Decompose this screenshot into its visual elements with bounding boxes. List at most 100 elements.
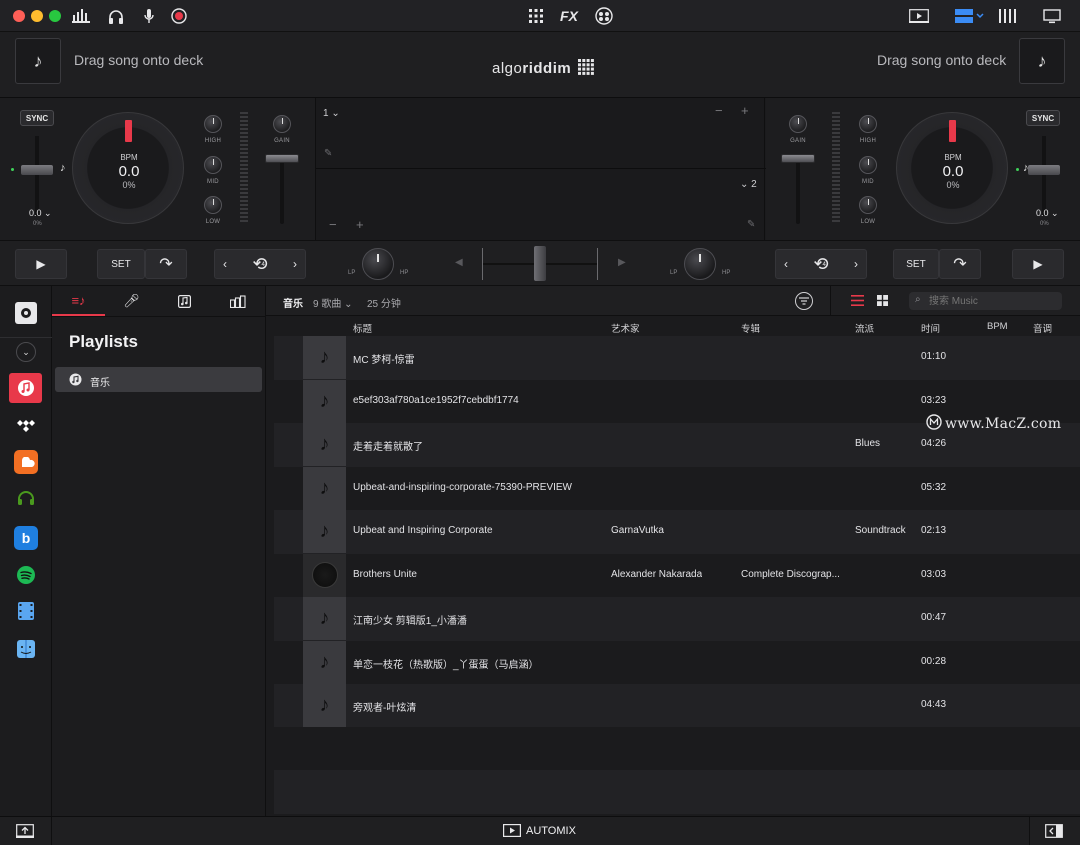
right-filter-knob[interactable] [684,248,716,280]
left-eq-mid-knob[interactable] [204,156,222,174]
crossfader-left-arrow-icon[interactable]: ◀ [455,257,463,268]
beatport-icon[interactable]: b [14,526,38,550]
list-view-icon[interactable] [851,295,864,309]
left-deck-artwork[interactable]: ♪ [15,38,61,84]
right-jog-wheel[interactable]: BPM 0.0 0% [896,112,1008,224]
column-header-title[interactable]: 标题 [353,321,372,335]
deck1-zoom-in-button[interactable]: + [741,103,749,118]
search-input[interactable] [929,294,1057,308]
right-eq-mid-knob[interactable] [859,156,877,174]
deck2-waveform[interactable]: ⌄ 2 − + ✎ [316,169,766,240]
right-pitch-value[interactable]: 0.0 ⌄ [1036,208,1059,219]
deck1-zoom-out-button[interactable]: − [715,103,723,118]
track-row[interactable]: ♪ 旁观者-叶炫清 04:43 [274,684,1080,728]
tidal-icon[interactable] [14,414,38,438]
tab-albums[interactable] [211,286,264,316]
finder-icon[interactable] [14,637,38,661]
column-header-artist[interactable]: 艺术家 [611,321,640,335]
deck1-edit-icon[interactable]: ✎ [324,148,332,159]
left-sync-button[interactable]: SYNC [20,110,54,126]
column-header-time[interactable]: 时间 [921,321,940,335]
right-loop-control[interactable]: ‹ ⟲ 4 › [775,249,867,279]
column-header-genre[interactable]: 流派 [855,321,874,335]
loop-decrease-icon[interactable]: ‹ [223,257,227,271]
video-library-icon[interactable] [14,599,38,623]
left-cue-jump-button[interactable]: ↷ [145,249,187,279]
left-pitch-slider[interactable] [21,165,53,175]
apple-music-icon[interactable] [9,373,42,403]
left-channel-fader[interactable] [265,154,299,163]
crossfader-handle[interactable] [534,246,546,281]
sidebar-toggle-icon[interactable] [1045,824,1063,841]
grid-view-icon[interactable] [877,295,888,309]
right-cue-set-button[interactable]: SET [893,249,939,279]
left-filter-knob[interactable] [362,248,394,280]
right-gain-knob[interactable] [789,115,807,133]
grid-pads-icon[interactable] [525,6,547,26]
right-deck-artwork[interactable]: ♪ [1019,38,1065,84]
left-eq-low-knob[interactable] [204,196,222,214]
filter-icon[interactable] [795,292,813,310]
minimize-window-button[interactable] [31,10,43,22]
right-eq-low-knob[interactable] [859,196,877,214]
music-source-icon[interactable] [15,302,37,324]
left-keylock-icon[interactable]: ♪ [60,162,66,174]
automix-button[interactable]: AUTOMIX [503,824,576,837]
deck2-zoom-in-button[interactable]: + [356,217,364,232]
equalizer-icon[interactable] [70,6,92,26]
deck2-zoom-out-button[interactable]: − [329,217,337,232]
right-cue-jump-button[interactable]: ↷ [939,249,981,279]
deck1-selector[interactable]: 1 ⌄ [323,108,340,119]
song-count-dropdown[interactable]: 9 歌曲 ⌄ [313,295,353,310]
column-header-album[interactable]: 专辑 [741,321,760,335]
close-window-button[interactable] [13,10,25,22]
track-row[interactable]: ♪ Upbeat and Inspiring Corporate GarnaVutk… [274,510,1080,554]
left-eq-high-knob[interactable] [204,115,222,133]
soundcloud-icon[interactable] [14,450,38,474]
column-header-bpm[interactable]: BPM [987,321,1008,332]
right-eq-high-knob[interactable] [859,115,877,133]
track-row[interactable]: ♪ Upbeat-and-inspiring-corporate-75390-PR… [274,466,1080,510]
zoom-window-button[interactable] [49,10,61,22]
track-row[interactable]: ♪ 单恋一枝花（热歌版）_丫蛋蛋（马启涵） 00:28 [274,640,1080,684]
library-columns-icon[interactable] [997,6,1019,26]
column-header-key[interactable]: 音调 [1033,321,1052,335]
audiomack-icon[interactable] [14,486,38,510]
search-field[interactable]: ⌕ [909,292,1062,310]
deck2-edit-icon[interactable]: ✎ [747,219,755,230]
deck2-selector[interactable]: ⌄ 2 [740,179,757,190]
left-jog-wheel[interactable]: BPM 0.0 0% [72,112,184,224]
record-icon[interactable] [168,6,190,26]
collapse-chevron-icon[interactable]: ⌄ [16,342,36,362]
headphones-icon[interactable] [105,6,127,26]
layout-icon[interactable] [953,6,987,26]
tab-songs[interactable] [158,286,211,316]
crossfader-right-arrow-icon[interactable]: ▶ [618,257,626,268]
loop-increase-icon[interactable]: › [293,257,297,271]
microphone-icon[interactable] [138,6,160,26]
left-cue-set-button[interactable]: SET [97,249,145,279]
right-sync-button[interactable]: SYNC [1026,110,1060,126]
tab-artists[interactable]: 🎤︎ [105,286,158,316]
upload-icon[interactable] [16,824,34,841]
fx-icon[interactable]: FX [558,6,580,26]
track-row[interactable]: ♪ MC 梦柯-惊雷 01:10 [274,336,1080,380]
display-icon[interactable] [1041,6,1063,26]
left-gain-knob[interactable] [273,115,291,133]
left-loop-control[interactable]: ‹ ⟲ 4 › [214,249,306,279]
left-pitch-value[interactable]: 0.0 ⌄ [29,208,52,219]
loop-increase-icon[interactable]: › [854,257,858,271]
track-row[interactable]: Brothers Unite Alexander Nakarada Complete… [274,553,1080,597]
right-pitch-slider[interactable] [1028,165,1060,175]
track-row[interactable]: ♪ 江南少女 剪辑版1_小潘潘 00:47 [274,597,1080,641]
deck1-waveform[interactable]: 1 ⌄ − + ✎ [316,98,766,169]
video-icon[interactable] [908,6,930,26]
spotify-icon[interactable] [14,563,38,587]
left-play-button[interactable]: ▶ [15,249,67,279]
loop-decrease-icon[interactable]: ‹ [784,257,788,271]
playlist-item-music[interactable]: 音乐 [55,367,262,392]
right-channel-fader[interactable] [781,154,815,163]
tab-playlists[interactable]: ≡♪ [52,286,105,316]
sampler-icon[interactable] [593,6,615,26]
right-play-button[interactable]: ▶ [1012,249,1064,279]
